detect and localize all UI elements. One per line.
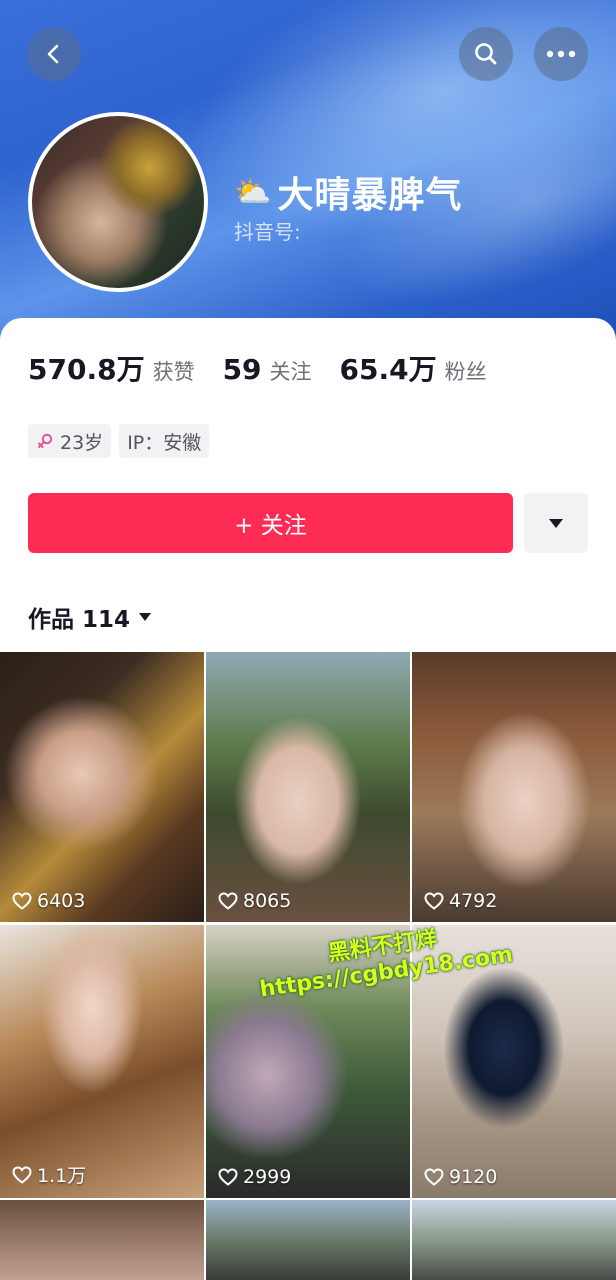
video-thumbnail[interactable] <box>206 1200 410 1280</box>
profile-name-row: ⛅ 大晴暴脾气 <box>234 166 462 218</box>
like-count-text: 4792 <box>449 890 498 912</box>
ip-location-tag: IP：安徽 <box>119 424 210 458</box>
triangle-down-icon <box>549 518 563 528</box>
like-count: 2999 <box>218 1166 291 1188</box>
like-count: 6403 <box>12 890 85 912</box>
following-count[interactable]: 59 <box>223 353 262 386</box>
chevron-down-icon <box>139 613 152 621</box>
video-thumbnail[interactable]: 1.1万 <box>0 925 204 1198</box>
likes-label: 获赞 <box>152 360 195 384</box>
followers-count[interactable]: 65.4万 <box>340 348 437 388</box>
tab-works[interactable]: 作品 114 <box>28 600 152 634</box>
like-count-text: 6403 <box>37 890 86 912</box>
more-dots-icon <box>546 50 576 58</box>
like-count: 1.1万 <box>12 1161 86 1188</box>
like-count: 9120 <box>424 1166 497 1188</box>
heart-icon <box>218 1168 238 1186</box>
following-label: 关注 <box>269 360 312 384</box>
video-thumbnail[interactable]: 8065 <box>206 652 410 922</box>
heart-icon <box>218 892 238 910</box>
back-button[interactable] <box>27 27 81 81</box>
female-icon <box>38 433 53 448</box>
back-arrow-icon <box>47 44 59 64</box>
search-icon <box>475 43 497 65</box>
works-tab-label: 作品 114 <box>28 607 131 633</box>
video-thumbnail[interactable]: 4792 <box>412 652 616 922</box>
avatar[interactable] <box>28 112 208 292</box>
likes-count[interactable]: 570.8万 <box>28 348 145 388</box>
heart-icon <box>424 892 444 910</box>
like-count-text: 8065 <box>243 890 292 912</box>
follow-label: + 关注 <box>234 513 307 539</box>
like-count: 8065 <box>218 890 291 912</box>
douyin-id-label: 抖音号: <box>234 220 301 244</box>
more-options-button[interactable] <box>534 27 588 81</box>
video-thumbnail[interactable] <box>0 1200 204 1280</box>
follow-button[interactable]: + 关注 <box>28 493 513 553</box>
profile-stats: 570.8万 获赞 59 关注 65.4万 粉丝 <box>28 348 515 388</box>
like-count: 4792 <box>424 890 497 912</box>
heart-icon <box>12 892 32 910</box>
followers-label: 粉丝 <box>444 360 487 384</box>
profile-tags: 23岁 IP：安徽 <box>28 424 217 458</box>
search-button[interactable] <box>459 27 513 81</box>
recommend-dropdown-button[interactable] <box>524 493 588 553</box>
age-text: 23岁 <box>60 431 104 454</box>
heart-icon <box>12 1165 32 1184</box>
age-tag: 23岁 <box>28 424 112 458</box>
like-count-text: 9120 <box>449 1166 498 1188</box>
like-count-text: 1.1万 <box>37 1165 87 1187</box>
video-thumbnail[interactable]: 6403 <box>0 652 204 922</box>
like-count-text: 2999 <box>243 1166 292 1188</box>
ip-location-text: IP：安徽 <box>127 431 202 454</box>
heart-icon <box>424 1168 444 1186</box>
weather-emoji-icon: ⛅ <box>234 174 272 210</box>
profile-name: 大晴暴脾气 <box>277 175 463 216</box>
video-thumbnail[interactable] <box>412 1200 616 1280</box>
